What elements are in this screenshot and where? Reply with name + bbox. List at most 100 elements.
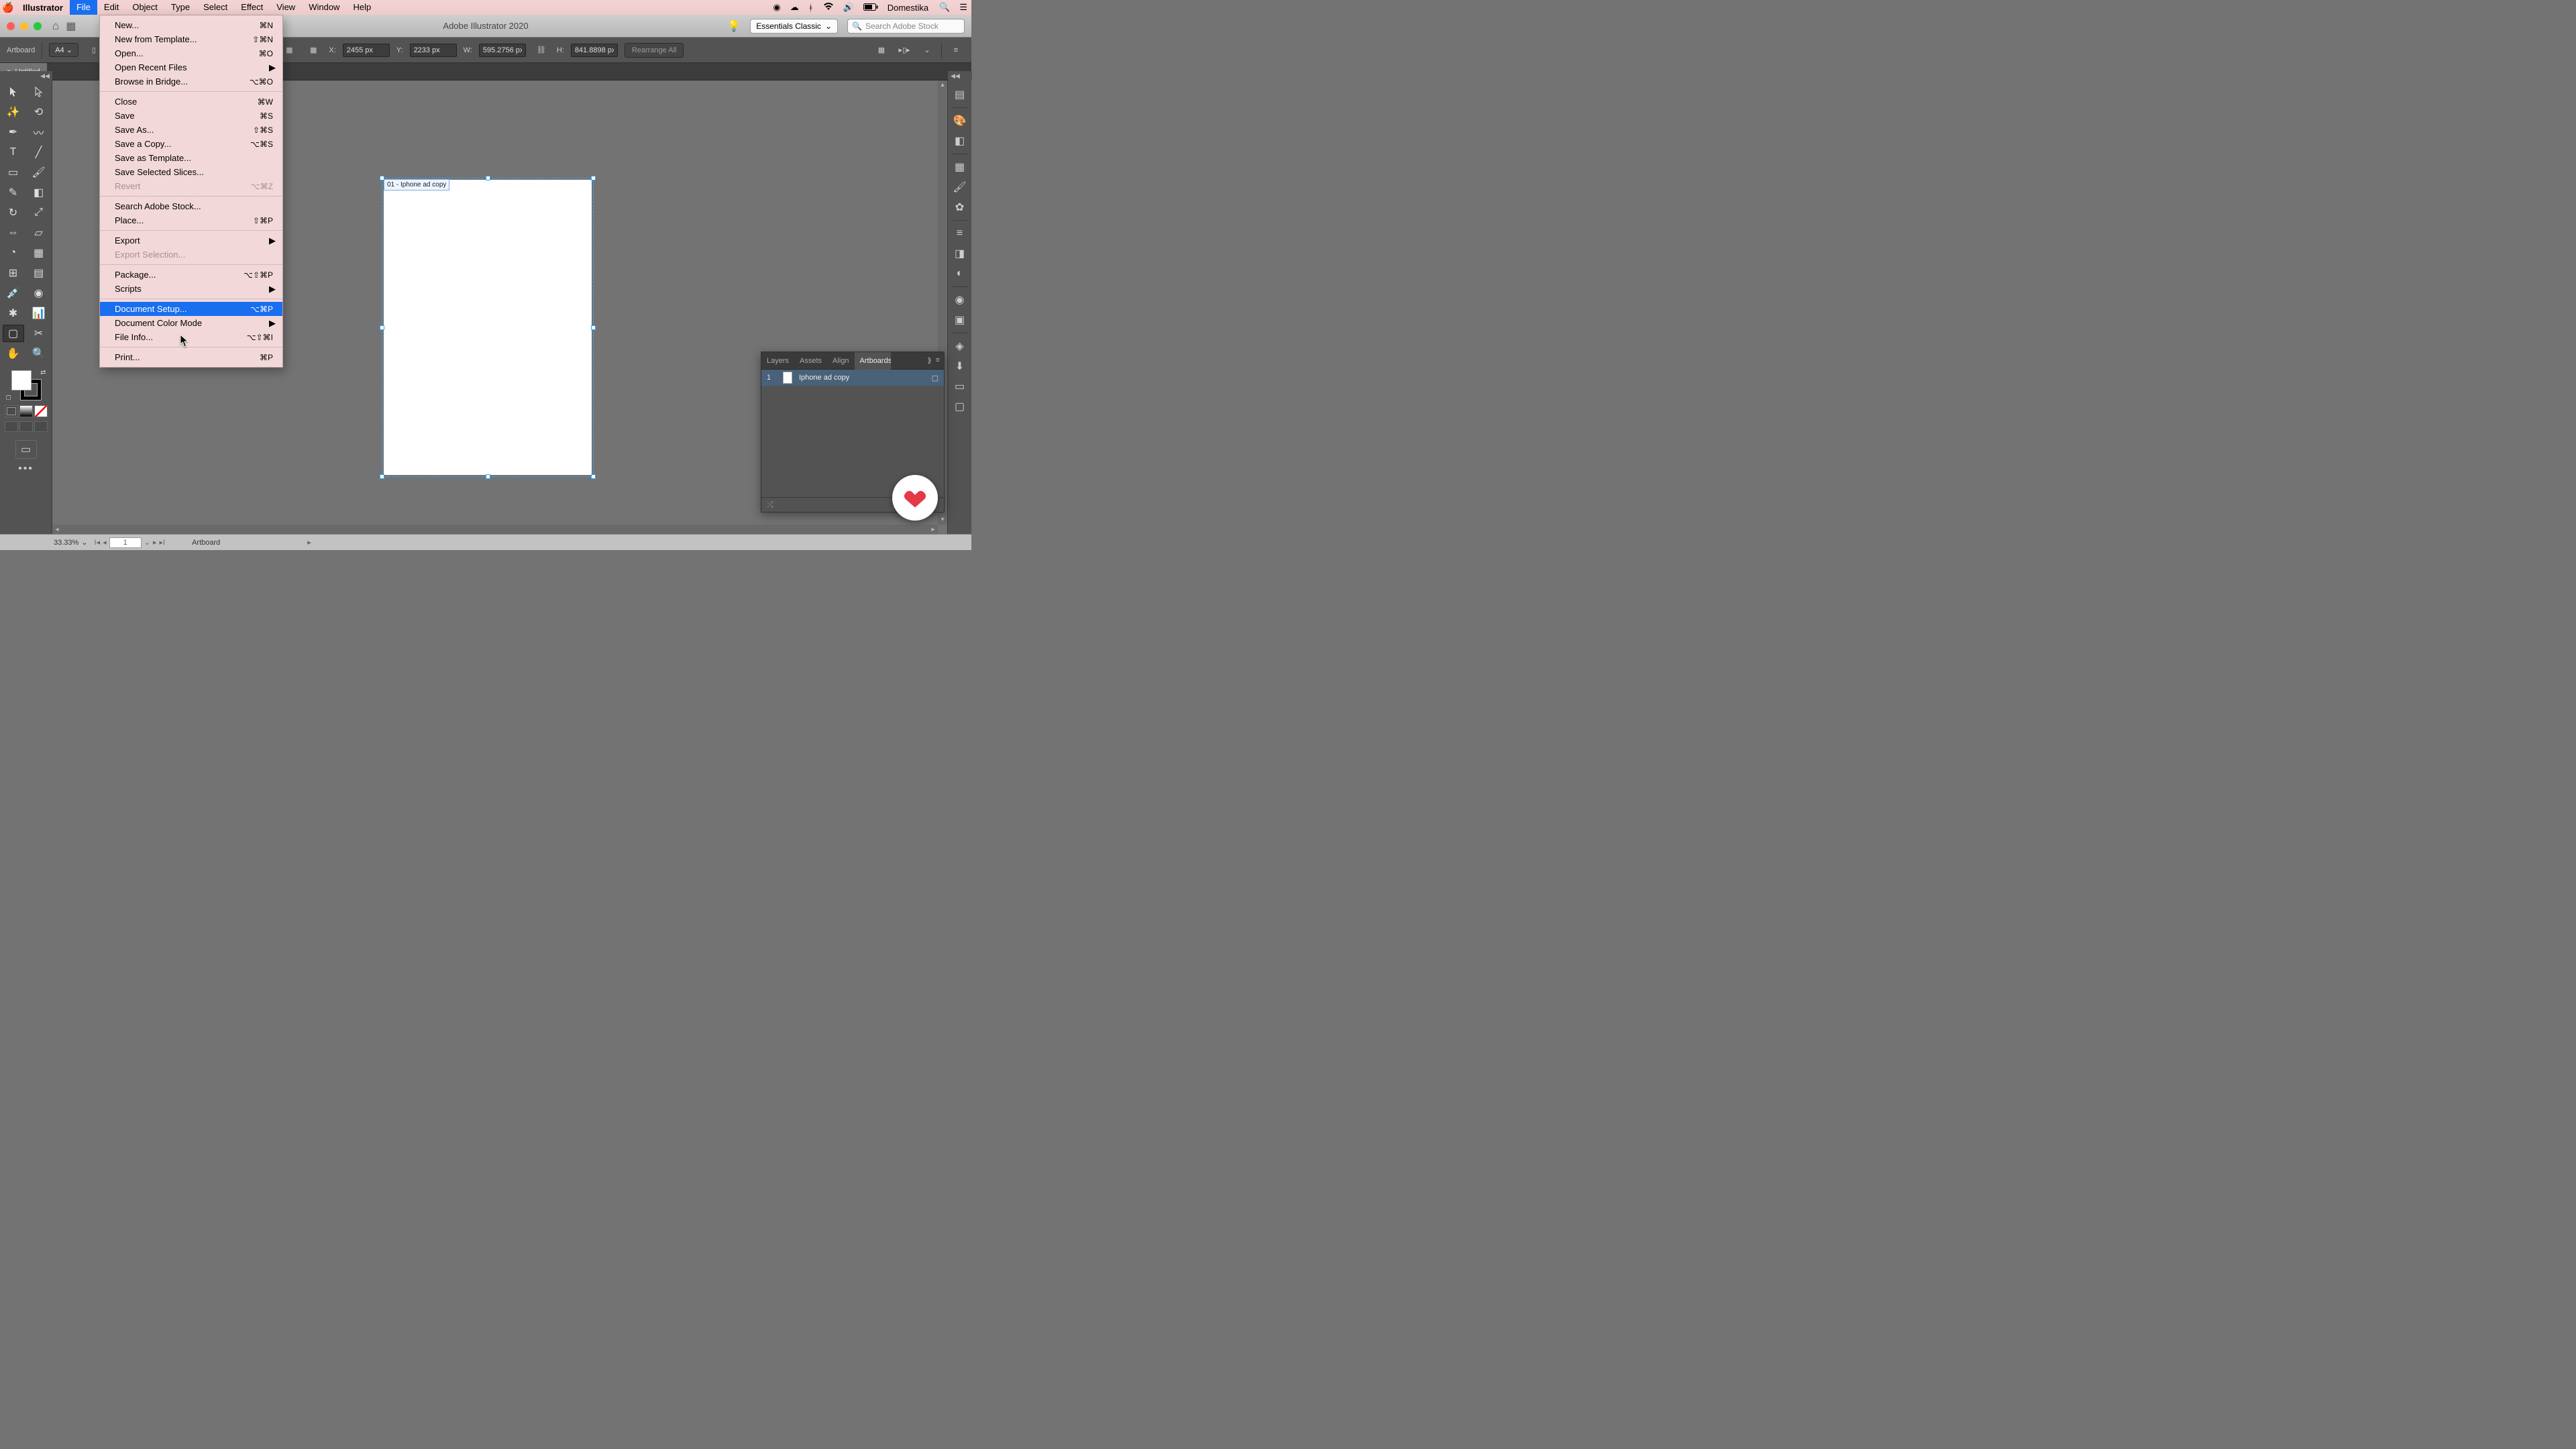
rearrange-all-button[interactable]: Rearrange All xyxy=(625,43,684,58)
grid-align-icon[interactable]: ▦ xyxy=(305,42,322,59)
reference-point-icon[interactable]: ▦ xyxy=(280,42,298,59)
gradient-tool[interactable]: ▤ xyxy=(28,264,50,282)
app-name[interactable]: Illustrator xyxy=(16,3,70,13)
layers-panel-icon[interactable]: ◈ xyxy=(950,336,970,356)
edit-toolbar-button[interactable]: ••• xyxy=(18,463,34,475)
zoom-window[interactable] xyxy=(34,22,42,30)
artboard-tool[interactable]: ▢ xyxy=(3,325,24,342)
workspace-switcher[interactable]: Essentials Classic ⌄ xyxy=(750,19,838,34)
shaper-tool[interactable]: ✎ xyxy=(3,184,24,201)
draw-behind[interactable] xyxy=(19,421,33,432)
rearrange-icon[interactable]: ⤭ xyxy=(767,500,773,510)
menu-item-new-from-template[interactable]: New from Template...⇧⌘N xyxy=(100,32,282,46)
hand-tool[interactable]: ✋ xyxy=(3,345,24,362)
menu-edit[interactable]: Edit xyxy=(97,0,125,15)
zoom-control[interactable]: 33.33% ⌄ xyxy=(54,538,88,547)
panel-tab-align[interactable]: Align xyxy=(827,352,854,370)
scale-tool[interactable]: ⤢ xyxy=(28,204,50,221)
resize-handle[interactable] xyxy=(591,474,596,479)
discover-icon[interactable]: 💡 xyxy=(727,19,741,33)
draw-normal[interactable] xyxy=(5,421,18,432)
menu-item-new[interactable]: New...⌘N xyxy=(100,18,282,32)
artboard-index[interactable]: 1 xyxy=(109,537,142,548)
menu-item-save[interactable]: Save⌘S xyxy=(100,109,282,123)
color-mode-solid[interactable] xyxy=(5,405,18,417)
rotate-tool[interactable]: ↻ xyxy=(3,204,24,221)
menu-item-open-recent-files[interactable]: Open Recent Files▶ xyxy=(100,60,282,74)
rectangle-tool[interactable]: ▭ xyxy=(3,164,24,181)
resize-handle[interactable] xyxy=(380,474,384,479)
color-panel-icon[interactable]: 🎨 xyxy=(950,111,970,131)
graphic-styles-panel-icon[interactable]: ▣ xyxy=(950,310,970,330)
control-center-icon[interactable]: ☰ xyxy=(959,2,967,13)
artboard-nav-icon[interactable]: ▸▯▸ xyxy=(896,42,913,59)
bluetooth-icon[interactable]: ᚼ xyxy=(808,3,814,13)
mesh-tool[interactable]: ⊞ xyxy=(3,264,24,282)
menu-item-package[interactable]: Package...⌥⇧⌘P xyxy=(100,268,282,282)
color-mode-none[interactable] xyxy=(34,405,48,417)
panel-tab-assets[interactable]: Assets xyxy=(794,352,827,370)
chevron-down-icon[interactable]: ⌄ xyxy=(918,42,936,59)
magic-wand-tool[interactable]: ✨ xyxy=(3,103,24,121)
align-panel-icon[interactable]: ▭ xyxy=(950,376,970,396)
artboard[interactable] xyxy=(384,180,592,475)
menu-item-open[interactable]: Open...⌘O xyxy=(100,46,282,60)
panel-menu-icon[interactable]: ≡ xyxy=(947,42,965,59)
prev-artboard-icon[interactable]: ◂ xyxy=(103,538,107,547)
menu-object[interactable]: Object xyxy=(125,0,164,15)
panel-tab-artboards[interactable]: Artboards xyxy=(855,352,891,370)
w-input[interactable] xyxy=(479,44,526,57)
link-wh-icon[interactable]: ⛓ xyxy=(533,42,550,59)
symbol-sprayer-tool[interactable]: ✱ xyxy=(3,305,24,322)
eyedropper-tool[interactable]: 💉 xyxy=(3,284,24,302)
swap-fill-stroke-icon[interactable]: ⇄ xyxy=(40,369,46,376)
graph-tool[interactable]: 📊 xyxy=(28,305,50,322)
artboards-panel-icon[interactable]: ▢ xyxy=(950,396,970,417)
apple-menu[interactable]: 🍎 xyxy=(0,2,16,13)
user-name[interactable]: Domestika xyxy=(888,3,930,13)
menu-item-document-color-mode[interactable]: Document Color Mode▶ xyxy=(100,316,282,330)
menu-item-save-as[interactable]: Save As...⇧⌘S xyxy=(100,123,282,137)
scroll-down-icon[interactable]: ▾ xyxy=(938,515,947,525)
next-artboard-icon[interactable]: ▸ xyxy=(153,538,157,547)
menu-file[interactable]: File xyxy=(70,0,97,15)
menu-item-close[interactable]: Close⌘W xyxy=(100,95,282,109)
panel-tab-layers[interactable]: Layers xyxy=(761,352,794,370)
symbols-panel-icon[interactable]: ✿ xyxy=(950,197,970,217)
menu-item-search-adobe-stock[interactable]: Search Adobe Stock... xyxy=(100,199,282,213)
menu-item-scripts[interactable]: Scripts▶ xyxy=(100,282,282,296)
spotlight-icon[interactable]: 🔍 xyxy=(939,2,950,13)
transparency-panel-icon[interactable]: ◐ xyxy=(950,264,970,284)
close-window[interactable] xyxy=(7,22,15,30)
width-tool[interactable]: ⇔ xyxy=(3,224,24,241)
pen-tool[interactable]: ✒ xyxy=(3,123,24,141)
menu-item-browse-in-bridge[interactable]: Browse in Bridge...⌥⌘O xyxy=(100,74,282,89)
menu-help[interactable]: Help xyxy=(346,0,378,15)
home-button[interactable]: ⌂ xyxy=(52,19,59,33)
lasso-tool[interactable]: ⟲ xyxy=(28,103,50,121)
collapse-tools-icon[interactable]: ◀◀ xyxy=(0,71,52,80)
menu-type[interactable]: Type xyxy=(164,0,197,15)
adobe-stock-search[interactable]: 🔍 Search Adobe Stock xyxy=(847,19,965,34)
panel-menu-icon[interactable]: ≡ xyxy=(936,356,940,365)
menu-item-save-selected-slices[interactable]: Save Selected Slices... xyxy=(100,165,282,179)
properties-panel-icon[interactable]: ▤ xyxy=(950,85,970,105)
scroll-right-icon[interactable]: ▸ xyxy=(928,526,938,533)
resize-handle[interactable] xyxy=(486,474,490,479)
artboard-options-icon[interactable]: ▦ xyxy=(873,42,890,59)
chevron-down-icon[interactable]: ⌄ xyxy=(144,538,150,547)
shape-builder-tool[interactable]: ◔ xyxy=(3,244,24,262)
brushes-panel-icon[interactable]: 🖌 xyxy=(950,177,970,197)
battery-icon[interactable] xyxy=(863,3,878,13)
swatches-panel-icon[interactable]: ▦ xyxy=(950,157,970,177)
line-tool[interactable]: ╱ xyxy=(28,144,50,161)
curvature-tool[interactable]: 〰 xyxy=(28,123,50,141)
color-mode-gradient[interactable] xyxy=(19,405,33,417)
menu-effect[interactable]: Effect xyxy=(234,0,270,15)
horizontal-scrollbar[interactable]: ◂ ▸ xyxy=(52,525,938,534)
screen-mode[interactable]: ▭ xyxy=(15,440,37,459)
menu-item-export[interactable]: Export▶ xyxy=(100,233,282,248)
zoom-tool[interactable]: 🔍 xyxy=(28,345,50,362)
free-transform-tool[interactable]: ▱ xyxy=(28,224,50,241)
resize-handle[interactable] xyxy=(591,325,596,330)
